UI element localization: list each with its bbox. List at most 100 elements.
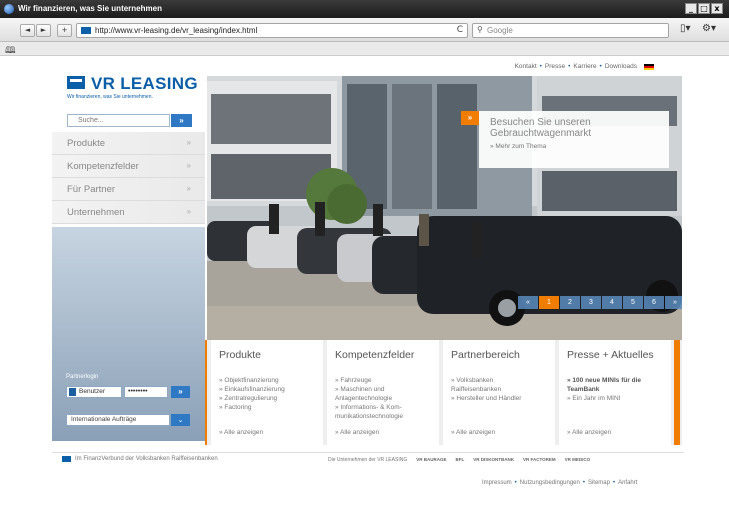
site-search-button[interactable]: » bbox=[171, 114, 192, 127]
show-all-link[interactable]: » Alle anzeigen bbox=[219, 429, 263, 436]
footer-link-sitemap[interactable]: Sitemap bbox=[588, 480, 610, 486]
site-search-input[interactable] bbox=[67, 114, 170, 127]
side-nav-kompetenzfelder[interactable]: Kompetenzfelder » bbox=[52, 155, 205, 178]
box-link[interactable]: » Einkaufsfinanzierung bbox=[219, 386, 285, 394]
box-link[interactable]: Anlagentechnologie bbox=[335, 395, 403, 403]
pager-page-3[interactable]: 3 bbox=[581, 296, 601, 309]
box-link[interactable]: » Factoring bbox=[219, 404, 285, 412]
footer-separator: • bbox=[582, 480, 585, 486]
german-flag-icon[interactable] bbox=[644, 63, 654, 70]
pager-page-2[interactable]: 2 bbox=[560, 296, 580, 309]
side-nav-label: Kompetenzfelder bbox=[67, 161, 139, 172]
content-boxes: Produkte » Objektfinanzierung » Einkaufs… bbox=[207, 340, 682, 445]
double-chevron-icon: » bbox=[186, 138, 191, 147]
footer-link-impressum[interactable]: Impressum bbox=[482, 480, 512, 486]
page-menu-icon[interactable]: ▯▾ bbox=[680, 23, 691, 34]
side-nav-label: Produkte bbox=[67, 138, 106, 149]
top-nav-kontakt[interactable]: Kontakt bbox=[515, 63, 537, 70]
logo-claim: Wir finanzieren, was Sie unternehmen. bbox=[67, 94, 153, 100]
add-bookmark-button[interactable]: + bbox=[57, 24, 72, 37]
box-partnerbereich: Partnerbereich » Volksbanken Raiffeisenb… bbox=[443, 340, 555, 445]
box-link[interactable]: » Ein Jahr im MINI bbox=[567, 395, 641, 403]
footer-separator: • bbox=[514, 480, 517, 486]
side-nav-produkte[interactable]: Produkte » bbox=[52, 132, 205, 155]
box-link[interactable]: » 100 neue MINIs für die bbox=[567, 377, 641, 385]
chevron-down-icon[interactable]: ⌄ bbox=[171, 414, 190, 426]
box-produkte: Produkte » Objektfinanzierung » Einkaufs… bbox=[211, 340, 323, 445]
top-nav-presse[interactable]: Presse bbox=[545, 63, 565, 70]
company-logo-factorem[interactable]: VR FACTOREM bbox=[523, 457, 556, 463]
teaser-used-cars[interactable]: » Besuchen Sie unseren Gebrauchtwagenmar… bbox=[461, 111, 669, 168]
top-nav-karriere[interactable]: Karriere bbox=[573, 63, 596, 70]
side-nav-unternehmen[interactable]: Unternehmen » bbox=[52, 201, 205, 224]
box-link[interactable]: munikationstechnologie bbox=[335, 413, 403, 421]
vr-leasing-logo[interactable]: VR LEASING Wir finanzieren, was Sie unte… bbox=[67, 74, 198, 104]
box-link[interactable]: » Maschinen und bbox=[335, 386, 403, 394]
address-bar[interactable]: http://www.vr-leasing.de/vr_leasing/inde… bbox=[76, 23, 468, 38]
show-all-link[interactable]: » Alle anzeigen bbox=[335, 429, 379, 436]
url-text[interactable]: http://www.vr-leasing.de/vr_leasing/inde… bbox=[95, 26, 257, 35]
footer-link-nutzungsbedingungen[interactable]: Nutzungsbedingungen bbox=[520, 480, 580, 486]
box-link[interactable]: » Zentralregulierung bbox=[219, 395, 285, 403]
teaser-more-link[interactable]: » Mehr zum Thema bbox=[490, 143, 546, 150]
back-button[interactable]: ◄ bbox=[20, 24, 35, 37]
footer-finanzverbund-text: Im FinanzVerbund der Volksbanken Raiffei… bbox=[75, 456, 218, 462]
gear-icon[interactable]: ⚙▾ bbox=[702, 23, 716, 34]
international-orders-select[interactable]: Internationale Aufträge bbox=[66, 414, 170, 426]
side-nav-fuer-partner[interactable]: Für Partner » bbox=[52, 178, 205, 201]
footer-companies-label: Die Unternehmen der VR LEASING bbox=[328, 457, 408, 463]
footer-link-anfahrt[interactable]: Anfahrt bbox=[618, 480, 637, 486]
top-nav-separator: • bbox=[568, 63, 571, 70]
show-all-link[interactable]: » Alle anzeigen bbox=[451, 429, 495, 436]
box-link[interactable]: » Hersteller und Händler bbox=[451, 395, 521, 403]
box-link[interactable]: » Fahrzeuge bbox=[335, 377, 403, 385]
window-title: Wir finanzieren, was Sie unternehmen bbox=[18, 4, 162, 13]
box-link[interactable]: » Volksbanken bbox=[451, 377, 521, 385]
box-title[interactable]: Partnerbereich bbox=[451, 349, 520, 361]
pager-page-4[interactable]: 4 bbox=[602, 296, 622, 309]
partner-login-button[interactable]: » bbox=[171, 386, 190, 398]
reload-icon[interactable]: C bbox=[457, 25, 463, 35]
browser-globe-icon bbox=[4, 4, 14, 14]
maximize-button[interactable]: □ bbox=[698, 3, 710, 14]
box-link[interactable]: » Objektfinanzierung bbox=[219, 377, 285, 385]
teaser-headline: Besuchen Sie unseren Gebrauchtwagenmarkt bbox=[490, 117, 591, 139]
minimize-button[interactable]: _ bbox=[685, 3, 697, 14]
box-title[interactable]: Presse + Aktuelles bbox=[567, 349, 654, 361]
company-logo-bfl[interactable]: BFL bbox=[455, 457, 464, 463]
close-button[interactable]: x bbox=[711, 3, 723, 14]
teaser-headline-1: Besuchen Sie unseren bbox=[490, 117, 591, 128]
box-link[interactable]: Raiffeisenbanken bbox=[451, 386, 521, 394]
site-search: » bbox=[67, 114, 192, 127]
pager-page-1[interactable]: 1 bbox=[539, 296, 559, 309]
footer-separator: • bbox=[612, 480, 616, 486]
search-placeholder: Google bbox=[487, 26, 513, 35]
browser-search-field[interactable]: ⚲ Google bbox=[472, 23, 669, 38]
pager-page-5[interactable]: 5 bbox=[623, 296, 643, 309]
pager-prev[interactable]: « bbox=[518, 296, 538, 309]
box-link[interactable]: » Informations- & Kom- bbox=[335, 404, 403, 412]
company-logo-medico[interactable]: VR MEDICO bbox=[565, 457, 591, 463]
company-logo-diskontbank[interactable]: VR DISKONTBANK bbox=[473, 457, 514, 463]
side-navigation: Produkte » Kompetenzfelder » Für Partner… bbox=[52, 132, 205, 224]
pager-page-6[interactable]: 6 bbox=[644, 296, 664, 309]
show-all-link[interactable]: » Alle anzeigen bbox=[567, 429, 611, 436]
top-nav-separator: • bbox=[599, 63, 602, 70]
box-presse-aktuelles: Presse + Aktuelles » 100 neue MINIs für … bbox=[559, 340, 671, 445]
partner-login-user-field[interactable]: Benutzer bbox=[66, 386, 122, 398]
footer-companies: Die Unternehmen der VR LEASING VR BAURAG… bbox=[328, 457, 590, 463]
footer-finanzverbund[interactable]: Im FinanzVerbund der Volksbanken Raiffei… bbox=[62, 456, 218, 462]
forward-button[interactable]: ► bbox=[36, 24, 51, 37]
teaser-badge: » bbox=[461, 111, 479, 125]
logo-name: VR LEASING bbox=[91, 74, 198, 93]
footer-links: Impressum • Nutzungsbedingungen • Sitema… bbox=[482, 480, 637, 486]
top-nav-downloads[interactable]: Downloads bbox=[605, 63, 637, 70]
hero-image[interactable]: » Besuchen Sie unseren Gebrauchtwagenmar… bbox=[207, 76, 682, 340]
pager-next[interactable]: » bbox=[665, 296, 682, 309]
box-title[interactable]: Produkte bbox=[219, 349, 261, 361]
box-link[interactable]: TeamBank bbox=[567, 386, 641, 394]
side-panel: Partnerlogin Benutzer •••••••• » Interna… bbox=[52, 227, 205, 441]
box-title[interactable]: Kompetenzfelder bbox=[335, 349, 414, 361]
company-logo-baurage[interactable]: VR BAURAGE bbox=[416, 457, 446, 463]
partner-login-password-field[interactable]: •••••••• bbox=[124, 386, 168, 398]
